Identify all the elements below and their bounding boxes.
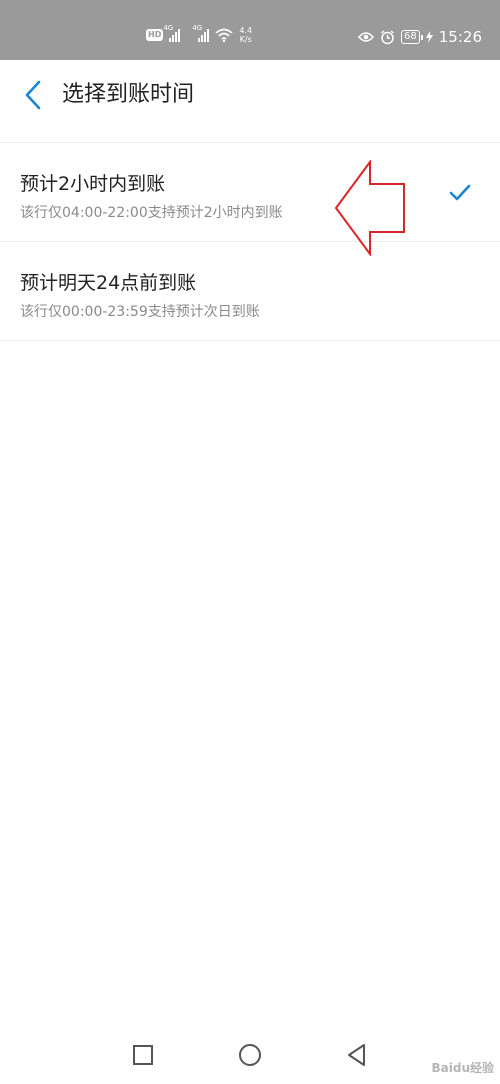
option-subtitle: 该行仅00:00-23:59支持预计次日到账 [20,304,260,320]
hd-icon: HD [146,29,164,41]
signal-icon: 4G [163,24,181,42]
annotation-arrow-icon [334,160,405,256]
square-icon[interactable] [130,1042,156,1068]
battery-icon: 68 [401,30,423,44]
status-bar-right-icons: 68 15:26 [358,26,482,48]
signal-icon: 4G [192,24,210,42]
option-next-day[interactable]: 预计明天24点前到账 该行仅00:00-23:59支持预计次日到账 [0,241,500,341]
page-title: 选择到账时间 [62,82,195,107]
app-bar: 选择到账时间 [0,60,500,130]
checkmark-icon [449,184,471,201]
option-2-hours[interactable]: 预计2小时内到账 该行仅04:00-22:00支持预计2小时内到账 [0,142,500,241]
eye-icon [358,32,375,42]
status-bar: HD 4G 4G 4.4 K/s 68 15:26 [0,0,500,60]
chevron-left-icon [25,80,41,110]
watermark: Baidu经验 [431,1061,495,1075]
option-title: 预计明天24点前到账 [20,272,197,294]
status-bar-left-icons: HD 4G 4G 4.4 K/s [146,22,252,48]
network-label: 4G [163,24,174,32]
triangle-back-icon[interactable] [344,1042,370,1068]
network-label: 4G [192,24,203,32]
back-button[interactable] [20,78,46,112]
circle-icon[interactable] [237,1042,263,1068]
wifi-icon [215,28,233,42]
navigation-bar: Baidu经验 [0,1030,500,1084]
alarm-icon [381,29,394,44]
speed-unit: K/s [239,35,252,44]
status-time: 15:26 [438,28,482,46]
charging-icon [425,31,433,43]
network-speed: 4.4 K/s [239,26,252,44]
option-subtitle: 该行仅04:00-22:00支持预计2小时内到账 [20,205,283,221]
option-title: 预计2小时内到账 [20,173,166,195]
speed-value: 4.4 [239,26,253,35]
arrival-time-options: 预计2小时内到账 该行仅04:00-22:00支持预计2小时内到账 预计明天24… [0,142,500,341]
